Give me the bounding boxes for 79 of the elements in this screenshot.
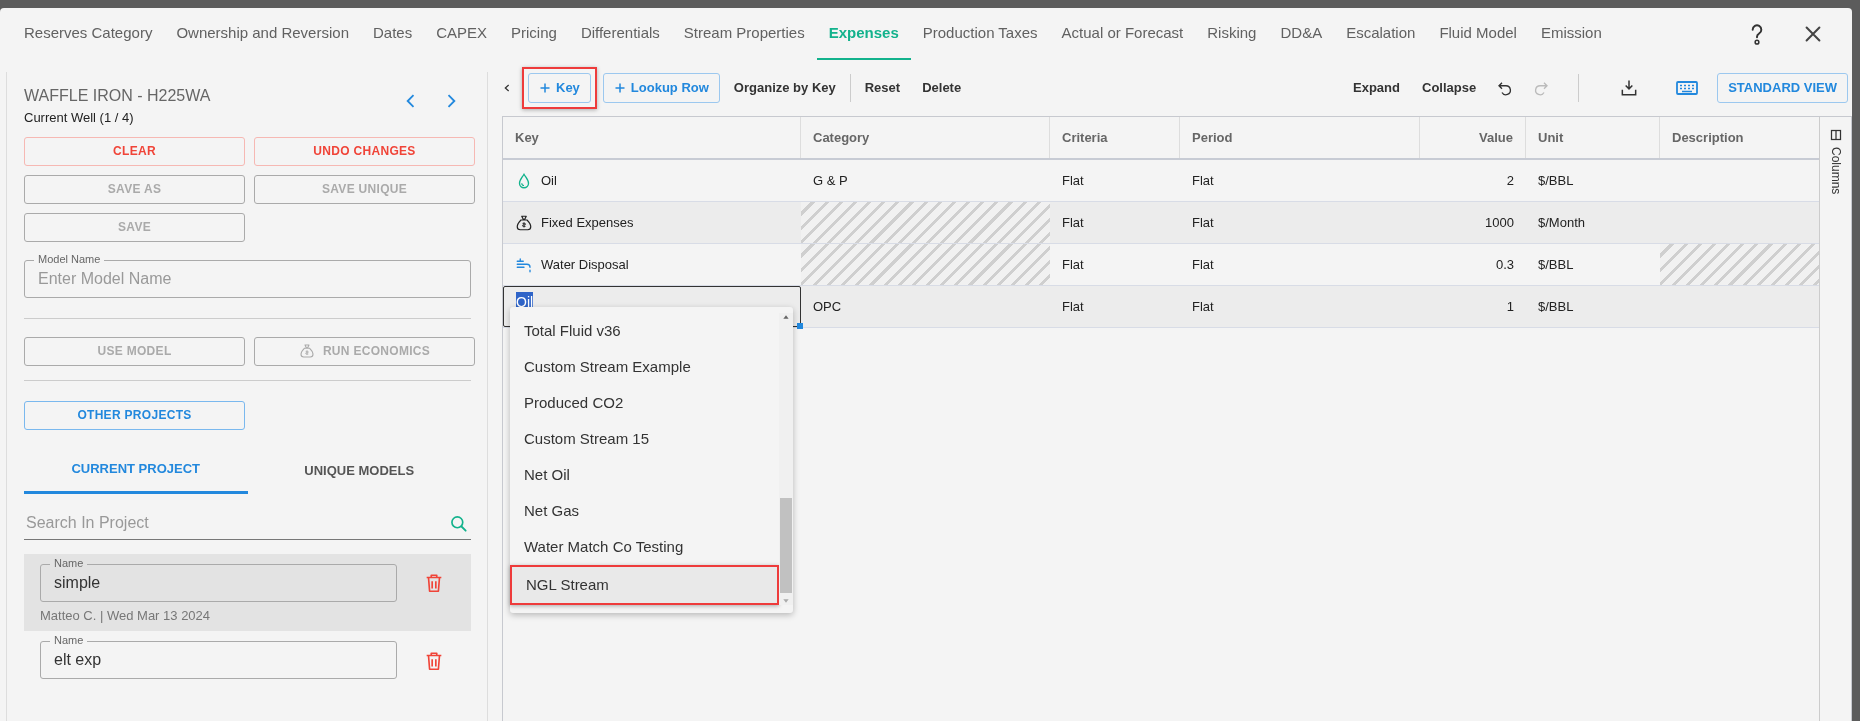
well-name: WAFFLE IRON - H225WA bbox=[24, 86, 212, 106]
tab[interactable]: Differentials bbox=[568, 8, 672, 60]
scroll-up-icon[interactable] bbox=[782, 313, 790, 321]
tab[interactable]: CURRENT PROJECT bbox=[24, 447, 248, 494]
add-button[interactable]: Lookup Row bbox=[602, 73, 720, 103]
scrollbar-thumb[interactable] bbox=[780, 498, 792, 593]
tab[interactable]: UNIQUE MODELS bbox=[247, 447, 471, 494]
toolbar-action[interactable]: Organize by Key bbox=[725, 78, 844, 98]
column-header[interactable]: Value bbox=[1420, 117, 1526, 158]
toolbar-action[interactable]: Expand bbox=[1345, 78, 1408, 98]
tab[interactable]: CAPEX bbox=[424, 8, 500, 60]
dropdown-option[interactable]: Water Match Co Testing bbox=[510, 529, 779, 565]
model-item[interactable]: Name simple Matteo C. | Wed Mar 13 2024 bbox=[24, 553, 471, 631]
dropdown-option[interactable]: Produced CO2 bbox=[510, 385, 779, 421]
column-header[interactable]: Key bbox=[503, 117, 801, 158]
faucet-icon bbox=[515, 255, 533, 274]
dropdown-option[interactable]: Net Gas bbox=[510, 493, 779, 529]
table-cell-text: Flat bbox=[1061, 171, 1085, 190]
table-cell-text: $/BBL bbox=[1537, 171, 1575, 190]
dropdown-option[interactable]: NGL Stream bbox=[512, 567, 777, 603]
column-header[interactable]: Criteria bbox=[1050, 117, 1180, 158]
table-cell-text: Flat bbox=[1191, 213, 1215, 232]
search-icon[interactable] bbox=[449, 513, 469, 534]
table-cell-text: Flat bbox=[1191, 171, 1215, 190]
columns-icon bbox=[1829, 129, 1842, 141]
tab[interactable]: Risking bbox=[1195, 8, 1269, 60]
add-button[interactable]: Key bbox=[528, 73, 591, 103]
standard-view-button[interactable]: STANDARD VIEW bbox=[1717, 73, 1848, 103]
column-header[interactable]: Unit bbox=[1526, 117, 1660, 158]
table-cell-text: Flat bbox=[1191, 255, 1215, 274]
columns-button[interactable]: Columns bbox=[1826, 129, 1845, 195]
table-cell-text: Oil bbox=[541, 171, 557, 190]
table-cell-text: $/BBL bbox=[1537, 255, 1575, 274]
fill-handle[interactable] bbox=[797, 323, 803, 329]
column-header[interactable]: Description bbox=[1660, 117, 1819, 158]
dropdown-option[interactable]: Net Oil bbox=[510, 457, 779, 493]
tab[interactable]: Fluid Model bbox=[1427, 8, 1529, 60]
table-cell-text: $/Month bbox=[1537, 213, 1586, 232]
plus-icon bbox=[539, 82, 551, 94]
table-cell-text: Flat bbox=[1061, 297, 1085, 316]
dropdown-option[interactable]: Custom Stream 15 bbox=[510, 421, 779, 457]
money-bag-icon bbox=[298, 343, 315, 359]
tab[interactable]: Dates bbox=[361, 8, 425, 60]
model-meta: Matteo C. | Wed Mar 13 2024 bbox=[40, 606, 212, 625]
column-header[interactable]: Period bbox=[1180, 117, 1420, 158]
table-cell-text: $/BBL bbox=[1537, 297, 1575, 316]
table-cell-text: 2 bbox=[1505, 171, 1515, 190]
tab[interactable]: DD&A bbox=[1268, 8, 1335, 60]
column-header[interactable]: Category bbox=[801, 117, 1050, 158]
tab[interactable]: Emission bbox=[1528, 8, 1614, 60]
plus-icon bbox=[613, 82, 626, 94]
well-position: Current Well (1 / 4) bbox=[24, 109, 135, 127]
toolbar-action[interactable]: Collapse bbox=[1414, 78, 1485, 98]
table-cell-text: Fixed Expenses bbox=[541, 213, 634, 232]
toolbar-action[interactable]: Reset bbox=[856, 78, 909, 98]
tab[interactable]: Actual or Forecast bbox=[1049, 8, 1196, 60]
tab[interactable]: Stream Properties bbox=[671, 8, 817, 60]
other-projects-button[interactable]: OTHER PROJECTS bbox=[24, 400, 245, 430]
tab[interactable]: Production Taxes bbox=[910, 8, 1050, 60]
table-cell-text: Flat bbox=[1061, 213, 1085, 232]
table-cell-text: G & P bbox=[812, 171, 849, 190]
action-button[interactable]: CLEAR bbox=[24, 136, 245, 166]
search-field[interactable]: Search In Project bbox=[24, 507, 471, 540]
tab[interactable]: Escalation bbox=[1334, 8, 1428, 60]
table-cell-text: 1000 bbox=[1484, 213, 1515, 232]
toolbar-action[interactable]: Delete bbox=[914, 78, 970, 98]
scroll-down-icon[interactable] bbox=[782, 597, 790, 605]
table-cell-text: 0.3 bbox=[1494, 255, 1515, 274]
table-cell-text: Flat bbox=[1061, 255, 1085, 274]
table-cell-text: Water Disposal bbox=[541, 255, 629, 274]
tab[interactable]: Reserves Category bbox=[12, 8, 165, 60]
table-cell-text: OPC bbox=[812, 297, 843, 316]
dropdown-option[interactable]: Custom Stream Example bbox=[510, 349, 779, 385]
table-cell-text: Flat bbox=[1191, 297, 1215, 316]
tab[interactable]: Ownership and Reversion bbox=[164, 8, 361, 60]
action-button[interactable]: UNDO CHANGES bbox=[254, 136, 475, 166]
tab[interactable]: Pricing bbox=[499, 8, 569, 60]
money-bag-icon bbox=[515, 213, 533, 232]
table-cell-text: 1 bbox=[1505, 297, 1515, 316]
